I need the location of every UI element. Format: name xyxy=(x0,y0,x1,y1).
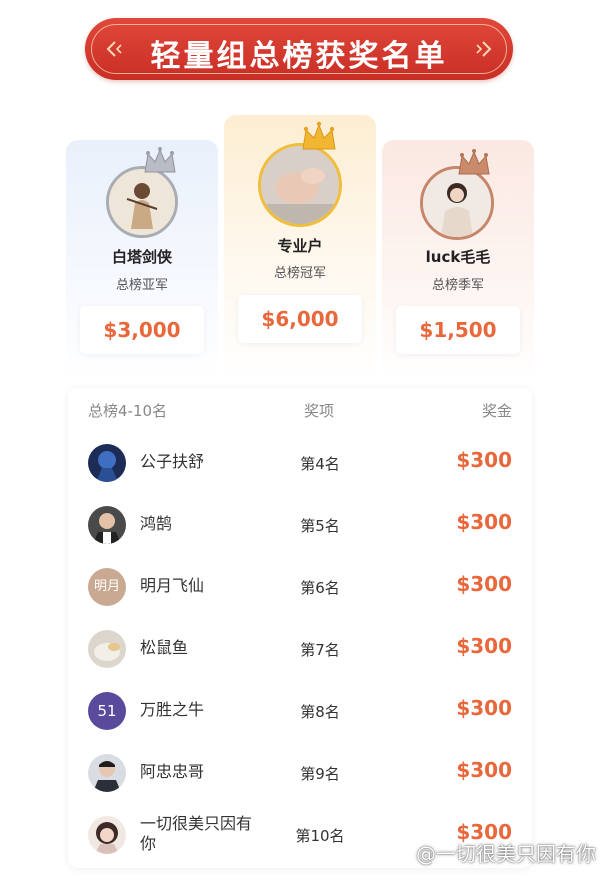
row-prize: $300 xyxy=(456,510,512,534)
row-name: 公子扶舒 xyxy=(140,452,205,471)
row-rank: 第8名 xyxy=(300,703,340,721)
podium-name-third: luck毛毛 xyxy=(425,248,491,266)
row-rank: 第10名 xyxy=(295,827,345,845)
avatar: 51 xyxy=(88,692,126,730)
avatar-text: 51 xyxy=(97,702,117,720)
row-rank: 第4名 xyxy=(300,455,340,473)
row-prize: $300 xyxy=(456,572,512,596)
row-name: 阿忠忠哥 xyxy=(140,762,205,781)
row-name: 松鼠鱼 xyxy=(140,638,189,657)
podium-card-third: luck毛毛 总榜季军 $1,500 xyxy=(382,140,534,380)
avatar: 明月 xyxy=(88,568,126,606)
row-prize: $300 xyxy=(456,758,512,782)
watermark-text: @一切很美只因有你 xyxy=(416,842,596,866)
podium-name-first: 专业户 xyxy=(277,237,323,255)
podium-rank-second: 总榜亚军 xyxy=(115,278,168,293)
row-rank: 第9名 xyxy=(300,765,340,783)
header-award: 奖项 xyxy=(304,402,335,420)
crown-gold-icon xyxy=(302,121,336,150)
row-rank: 第5名 xyxy=(300,517,340,535)
crown-bronze-icon xyxy=(458,149,490,175)
banner-title: 轻量组总榜获奖名单 xyxy=(150,39,448,74)
avatar xyxy=(88,506,126,544)
row-name: 一切很美只因有你 xyxy=(140,814,253,853)
podium-prize-third: $1,500 xyxy=(396,306,520,354)
podium-rank-first: 总榜冠军 xyxy=(273,266,326,281)
row-name: 鸿鹄 xyxy=(140,514,173,533)
table-row[interactable]: 鸿鹄 第5名 $300 xyxy=(68,494,532,556)
table-row[interactable]: 51 万胜之牛 第8名 $300 xyxy=(68,680,532,742)
platform-logo-icon xyxy=(395,847,407,864)
crown-silver-icon xyxy=(144,147,176,173)
avatar xyxy=(88,444,126,482)
table-row[interactable]: 明月 明月飞仙 第6名 $300 xyxy=(68,556,532,618)
avatar xyxy=(88,630,126,668)
podium-prize-first: $6,000 xyxy=(238,295,362,343)
podium-card-second: 白塔剑侠 总榜亚军 $3,000 xyxy=(66,140,218,380)
avatar-second[interactable] xyxy=(106,166,178,238)
row-rank: 第6名 xyxy=(300,579,340,597)
table-row[interactable]: 公子扶舒 第4名 $300 xyxy=(68,432,532,494)
title-banner: 轻量组总榜获奖名单 xyxy=(85,18,513,80)
table-row[interactable]: 松鼠鱼 第7名 $300 xyxy=(68,618,532,680)
header-prize: 奖金 xyxy=(481,402,512,420)
podium-rank-third: 总榜季军 xyxy=(431,278,484,293)
row-prize: $300 xyxy=(456,696,512,720)
podium-name-second: 白塔剑侠 xyxy=(111,248,172,266)
table-row[interactable]: 阿忠忠哥 第9名 $300 xyxy=(68,742,532,804)
row-prize: $300 xyxy=(456,448,512,472)
ornament-right-icon xyxy=(476,41,492,57)
avatar xyxy=(88,816,126,854)
header-rank-group: 总榜4-10名 xyxy=(88,402,168,420)
row-name: 万胜之牛 xyxy=(140,700,205,719)
avatar-first[interactable] xyxy=(258,143,342,227)
row-name: 明月飞仙 xyxy=(140,576,205,595)
row-prize: $300 xyxy=(456,634,512,658)
podium-prize-second: $3,000 xyxy=(80,306,204,354)
row-rank: 第7名 xyxy=(300,641,340,659)
ranking-list: 总榜4-10名 奖项 奖金 公子扶舒 第4名 $300 鸿鹄 第5名 $300 … xyxy=(68,388,532,868)
podium-card-first: 专业户 总榜冠军 $6,000 xyxy=(224,115,376,383)
watermark: @一切很美只因有你 xyxy=(392,838,596,867)
avatar xyxy=(88,754,126,792)
avatar-text: 明月 xyxy=(93,579,120,594)
